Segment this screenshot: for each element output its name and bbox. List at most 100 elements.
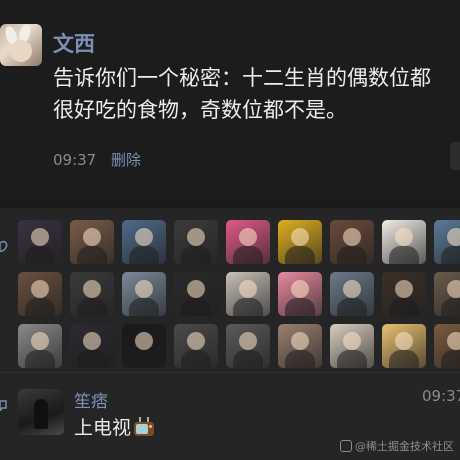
watermark: @稀土掘金技术社区 (340, 438, 454, 454)
avatar-body (77, 246, 107, 264)
liker-avatar[interactable] (122, 272, 166, 316)
liker-avatar[interactable] (70, 220, 114, 264)
comment-text-content: 上电视 (74, 417, 132, 439)
liker-avatar[interactable] (174, 324, 218, 368)
liker-avatar[interactable] (18, 324, 62, 368)
post-text-line: 很好吃的食物，奇数位都不是。 (53, 98, 347, 122)
avatar-body (25, 246, 55, 264)
avatar-head (239, 332, 257, 350)
avatar-head (83, 280, 101, 298)
commenter-avatar[interactable] (18, 389, 64, 435)
avatar-head (83, 228, 101, 246)
liker-avatar[interactable] (330, 220, 374, 264)
post-text: 告诉你们一个秘密：十二生肖的偶数位都 很好吃的食物，奇数位都不是。 (53, 62, 460, 126)
avatar-head (31, 280, 49, 298)
tv-icon (133, 417, 155, 437)
avatar-body (25, 350, 55, 368)
comment-item[interactable]: 笙痞 上电视 09:37 @稀土掘金技术社区 (0, 373, 460, 460)
avatar-body (181, 298, 211, 316)
avatar-head (447, 228, 460, 246)
liker-avatar[interactable] (122, 324, 166, 368)
avatar-body (337, 246, 367, 264)
avatar-head (343, 332, 361, 350)
avatar-body (285, 350, 315, 368)
liker-avatar[interactable] (70, 272, 114, 316)
post-meta: 09:37 删除 (53, 149, 141, 170)
liker-avatar[interactable] (434, 324, 460, 368)
liker-avatar[interactable] (174, 220, 218, 264)
liker-avatar[interactable] (434, 272, 460, 316)
avatar-body (441, 298, 460, 316)
avatar-head (395, 332, 413, 350)
post-text-line: 告诉你们一个秘密：十二生肖的偶数位都 (53, 66, 431, 90)
likes-panel (0, 208, 460, 372)
avatar-body (129, 298, 159, 316)
avatar-head (447, 332, 460, 350)
poster-avatar[interactable] (0, 24, 42, 66)
comment-bubble-icon (0, 400, 7, 411)
liker-avatar[interactable] (18, 272, 62, 316)
avatar-body (389, 298, 419, 316)
avatar-body (389, 350, 419, 368)
avatar-body (285, 298, 315, 316)
avatar-head (343, 280, 361, 298)
avatar-head (395, 280, 413, 298)
avatar-face (10, 40, 32, 62)
liker-avatar[interactable] (226, 272, 270, 316)
avatar-body (337, 350, 367, 368)
avatar-head (31, 332, 49, 350)
avatar-body (441, 246, 460, 264)
more-actions-button[interactable] (450, 142, 460, 170)
avatar-body (337, 298, 367, 316)
avatar-head (447, 280, 460, 298)
avatar-head (31, 228, 49, 246)
avatar-body (441, 350, 460, 368)
avatar-head (83, 332, 101, 350)
liker-avatar[interactable] (278, 220, 322, 264)
liker-avatar[interactable] (226, 324, 270, 368)
heart-icon (0, 240, 8, 252)
watermark-text: @稀土掘金技术社区 (355, 440, 454, 453)
avatar-head (239, 228, 257, 246)
avatar-head (395, 228, 413, 246)
liker-avatar[interactable] (278, 272, 322, 316)
delete-link[interactable]: 删除 (111, 151, 141, 169)
liker-avatar[interactable] (382, 272, 426, 316)
liker-avatar[interactable] (226, 220, 270, 264)
avatar-body (129, 350, 159, 368)
avatar-body (181, 246, 211, 264)
avatar-head (291, 228, 309, 246)
liker-avatar[interactable] (382, 324, 426, 368)
liker-avatar[interactable] (174, 272, 218, 316)
avatar-head (239, 280, 257, 298)
poster-name[interactable]: 文西 (53, 28, 95, 58)
liker-avatar[interactable] (278, 324, 322, 368)
liker-avatar[interactable] (434, 220, 460, 264)
avatar-head (291, 280, 309, 298)
avatar-head (343, 228, 361, 246)
post-time: 09:37 (53, 151, 97, 169)
comment-text: 上电视 (74, 413, 155, 440)
avatar-body (285, 246, 315, 264)
liker-avatar[interactable] (122, 220, 166, 264)
comment-time: 09:37 (422, 387, 460, 405)
liker-avatar[interactable] (382, 220, 426, 264)
avatar-body (233, 298, 263, 316)
moment-post: 文西 告诉你们一个秘密：十二生肖的偶数位都 很好吃的食物，奇数位都不是。 09:… (0, 0, 460, 200)
avatar-body (233, 246, 263, 264)
avatar-head (187, 228, 205, 246)
avatar-head (187, 280, 205, 298)
liker-avatar[interactable] (330, 272, 374, 316)
avatar-head (135, 228, 153, 246)
avatar-head (291, 332, 309, 350)
avatar-head (135, 332, 153, 350)
avatar-body (389, 246, 419, 264)
avatar-body (233, 350, 263, 368)
liker-avatar[interactable] (18, 220, 62, 264)
avatar-figure (34, 399, 48, 429)
liker-avatar[interactable] (70, 324, 114, 368)
liker-avatar[interactable] (330, 324, 374, 368)
avatar-head (187, 332, 205, 350)
commenter-name[interactable]: 笙痞 (74, 387, 108, 412)
avatar-body (25, 298, 55, 316)
